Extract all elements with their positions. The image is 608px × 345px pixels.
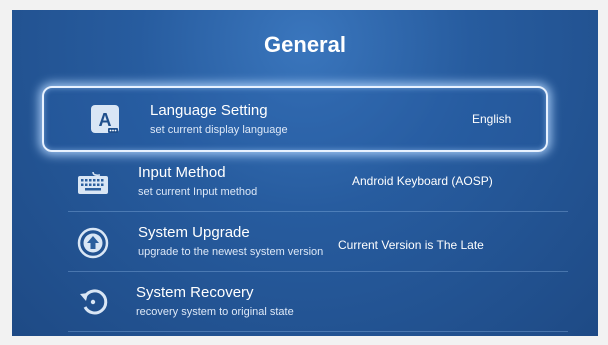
language-icon: A [88,102,122,136]
recovery-icon [76,284,110,318]
input-method-item[interactable]: Input Method set current Input method An… [68,154,578,212]
system-recovery-label: System Recovery [136,284,254,301]
keyboard-icon [76,166,110,200]
system-upgrade-sublabel: upgrade to the newest system version [138,246,324,258]
svg-text:A: A [99,110,112,130]
input-method-sublabel: set current Input method [138,186,258,198]
system-upgrade-value-clip: Current Version is The Late [338,236,528,252]
language-setting-item[interactable]: A Language Setting set current display l… [42,86,548,152]
system-upgrade-value: Current Version is The Late [338,238,484,252]
language-value: English [472,112,512,126]
system-upgrade-label: System Upgrade [138,224,250,241]
input-method-label: Input Method [138,164,226,181]
input-method-value: Android Keyboard (AOSP) [352,174,493,188]
upgrade-icon [76,226,110,260]
settings-screen: General A Language Setting set current d… [12,10,598,336]
page-title: General [264,32,346,57]
language-setting-label: Language Setting [150,102,268,119]
system-recovery-sublabel: recovery system to original state [136,306,294,318]
system-recovery-item[interactable]: System Recovery recovery system to origi… [68,274,578,332]
language-setting-sublabel: set current display language [150,124,288,136]
system-upgrade-item[interactable]: System Upgrade upgrade to the newest sys… [68,214,578,272]
